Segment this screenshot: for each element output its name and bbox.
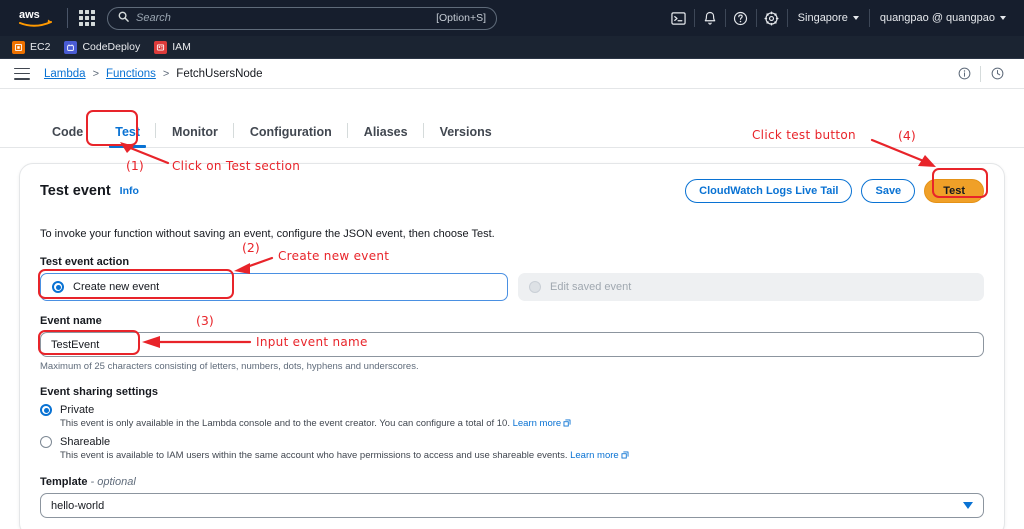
cloudwatch-logs-live-tail-button[interactable]: CloudWatch Logs Live Tail bbox=[685, 179, 853, 203]
radio-indicator bbox=[52, 281, 64, 293]
page-title: Test event bbox=[40, 183, 111, 199]
breadcrumb-separator: > bbox=[162, 67, 170, 80]
breadcrumb-link-functions[interactable]: Functions bbox=[106, 68, 156, 80]
tab-monitor[interactable]: Monitor bbox=[156, 122, 234, 148]
iam-service-icon bbox=[154, 40, 168, 54]
external-link-icon bbox=[621, 451, 629, 462]
region-label: Singapore bbox=[797, 12, 848, 24]
tab-configuration[interactable]: Configuration bbox=[234, 122, 348, 148]
radio-label: Edit saved event bbox=[550, 281, 632, 293]
radio-label: Private bbox=[60, 404, 95, 416]
favorite-item-ec2[interactable]: EC2 bbox=[12, 40, 51, 54]
favorites-bar: EC2 CodeDeploy IAM bbox=[0, 36, 1024, 59]
tab-active-underline bbox=[109, 145, 147, 148]
event-name-hint: Maximum of 25 characters consisting of l… bbox=[40, 361, 419, 372]
event-sharing-label: Event sharing settings bbox=[40, 386, 158, 398]
tab-label: Configuration bbox=[249, 124, 332, 139]
save-button[interactable]: Save bbox=[861, 179, 916, 203]
aws-lambda-console-screenshot: aws Search [Option+S] Singapore quangpao… bbox=[0, 0, 1024, 529]
info-circle-icon[interactable] bbox=[951, 61, 977, 87]
event-name-input[interactable]: TestEvent bbox=[40, 332, 984, 357]
ec2-service-icon bbox=[12, 40, 25, 54]
radio-indicator bbox=[529, 281, 541, 293]
template-label: Template - optional bbox=[40, 476, 984, 488]
radio-label: Shareable bbox=[60, 436, 111, 448]
test-event-action-label: Test event action bbox=[40, 256, 130, 268]
services-grid-icon[interactable] bbox=[75, 6, 99, 30]
card-action-buttons: CloudWatch Logs Live Tail Save Test bbox=[685, 179, 984, 203]
template-selected-value: hello-world bbox=[51, 499, 105, 512]
breadcrumb-separator: > bbox=[92, 67, 99, 80]
test-event-card: Test event Info CloudWatch Logs Live Tai… bbox=[19, 163, 1005, 529]
tab-aliases[interactable]: Aliases bbox=[348, 122, 424, 148]
test-event-action-radio-group: Create new event Edit saved event bbox=[40, 273, 984, 301]
aws-logo[interactable]: aws bbox=[14, 6, 58, 30]
nav-divider bbox=[67, 8, 68, 28]
tab-versions[interactable]: Versions bbox=[424, 124, 508, 148]
learn-more-link[interactable]: Learn more bbox=[570, 450, 619, 461]
tab-label: Versions bbox=[439, 124, 492, 139]
favorite-label: IAM bbox=[172, 41, 191, 53]
private-description: This event is only available in the Lamb… bbox=[60, 418, 984, 430]
help-question-icon[interactable] bbox=[726, 0, 756, 36]
search-icon bbox=[118, 9, 129, 27]
template-select[interactable]: hello-world bbox=[40, 493, 984, 518]
notifications-bell-icon[interactable] bbox=[695, 0, 725, 36]
private-description-text: This event is only available in the Lamb… bbox=[60, 418, 510, 429]
tab-test[interactable]: Test bbox=[99, 122, 156, 148]
radio-create-new-event[interactable]: Create new event bbox=[40, 273, 508, 301]
card-header: Test event Info CloudWatch Logs Live Tai… bbox=[40, 178, 984, 204]
learn-more-link[interactable]: Learn more bbox=[513, 418, 562, 429]
radio-private[interactable]: Private bbox=[40, 404, 984, 416]
menu-hamburger-icon[interactable] bbox=[14, 67, 30, 80]
tab-label: Code bbox=[52, 124, 84, 139]
radio-edit-saved-event: Edit saved event bbox=[518, 273, 984, 301]
favorite-item-codedeploy[interactable]: CodeDeploy bbox=[64, 40, 141, 54]
chevron-down-icon bbox=[1000, 16, 1006, 20]
event-name-label: Event name bbox=[40, 315, 102, 327]
template-label-text: Template bbox=[40, 476, 88, 488]
cloudshell-icon[interactable] bbox=[664, 0, 694, 36]
breadcrumb-bar: Lambda > Functions > FetchUsersNode bbox=[0, 59, 1024, 89]
external-link-icon bbox=[563, 419, 571, 430]
function-tabs: Code Test Monitor Configuration Aliases … bbox=[0, 108, 1024, 148]
tab-code[interactable]: Code bbox=[36, 124, 99, 148]
tab-label: Monitor bbox=[172, 124, 218, 139]
account-label: quangpao @ quangpao bbox=[879, 12, 995, 24]
breadcrumb-current-function: FetchUsersNode bbox=[176, 67, 263, 80]
search-placeholder: Search bbox=[136, 12, 171, 24]
test-button[interactable]: Test bbox=[924, 179, 984, 203]
chevron-down-icon bbox=[852, 16, 859, 20]
account-menu[interactable]: quangpao @ quangpao bbox=[870, 0, 1016, 36]
info-link[interactable]: Info bbox=[120, 185, 139, 197]
invoke-description: To invoke your function without saving a… bbox=[40, 228, 495, 240]
tab-label: Test bbox=[115, 124, 141, 139]
tab-label: Aliases bbox=[363, 124, 408, 139]
radio-shareable[interactable]: Shareable bbox=[40, 436, 984, 448]
radio-label: Create new event bbox=[73, 281, 160, 293]
radio-indicator bbox=[40, 436, 52, 448]
svg-text:aws: aws bbox=[19, 9, 40, 21]
favorite-label: EC2 bbox=[30, 41, 51, 53]
top-navigation-bar: aws Search [Option+S] Singapore quangpao… bbox=[0, 0, 1024, 36]
top-nav-right-group: Singapore quangpao @ quangpao bbox=[664, 0, 1016, 36]
divider bbox=[980, 65, 981, 82]
region-selector[interactable]: Singapore bbox=[788, 0, 869, 36]
codedeploy-service-icon bbox=[64, 40, 78, 54]
favorite-item-iam[interactable]: IAM bbox=[154, 40, 191, 54]
search-shortcut: [Option+S] bbox=[436, 12, 486, 24]
event-name-value: TestEvent bbox=[51, 338, 100, 351]
search-input[interactable]: Search [Option+S] bbox=[107, 6, 497, 30]
chevron-down-icon bbox=[963, 502, 973, 509]
settings-gear-icon[interactable] bbox=[757, 0, 787, 36]
breadcrumb-right-actions bbox=[951, 61, 1010, 87]
breadcrumb-link-lambda[interactable]: Lambda bbox=[44, 68, 86, 80]
radio-indicator bbox=[40, 404, 52, 416]
clock-icon[interactable] bbox=[984, 61, 1010, 87]
shareable-description-text: This event is available to IAM users wit… bbox=[60, 450, 568, 461]
favorite-label: CodeDeploy bbox=[82, 41, 141, 53]
template-optional-suffix: - optional bbox=[90, 476, 136, 488]
shareable-description: This event is available to IAM users wit… bbox=[60, 450, 984, 462]
